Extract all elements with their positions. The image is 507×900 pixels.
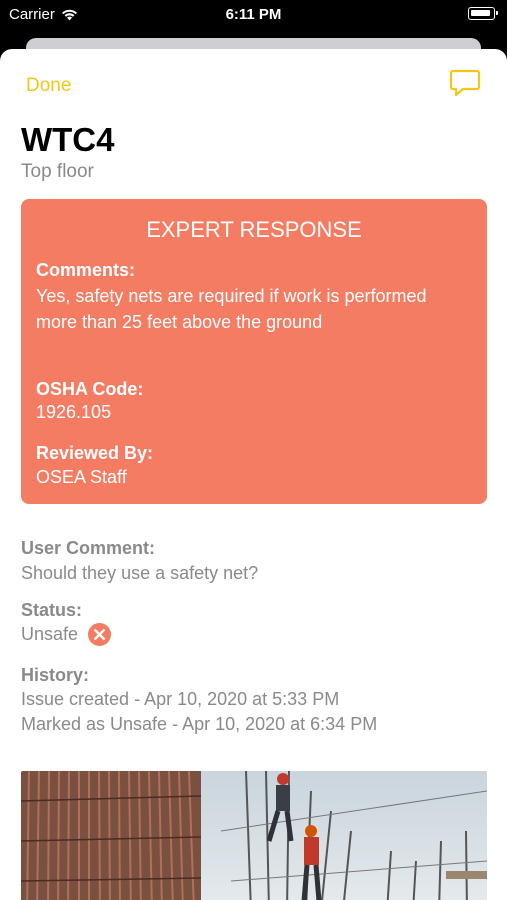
battery-icon bbox=[468, 7, 498, 20]
reviewed-by-value: OSEA Staff bbox=[36, 467, 127, 487]
history-item: Issue created - Apr 10, 2020 at 5:33 PM bbox=[21, 689, 340, 709]
comments-value: Yes, safety nets are required if work is… bbox=[36, 286, 427, 332]
history-label: History: bbox=[21, 665, 90, 685]
expert-response-card: EXPERT RESPONSE Comments: Yes, safety ne… bbox=[21, 199, 487, 504]
osha-code-value: 1926.105 bbox=[36, 402, 112, 422]
user-comment-value: Should they use a safety net? bbox=[21, 563, 259, 583]
done-button[interactable]: Done bbox=[26, 75, 71, 97]
chat-bubble-icon[interactable] bbox=[449, 68, 481, 98]
issue-photo[interactable] bbox=[21, 771, 487, 900]
issue-detail-sheet: Done WTC4 Top floor EXPERT RESPONSE Comm… bbox=[0, 49, 507, 900]
expert-response-heading: EXPERT RESPONSE bbox=[146, 217, 362, 242]
status-bar: Carrier 6:11 PM bbox=[0, 0, 507, 30]
history-item: Marked as Unsafe - Apr 10, 2020 at 6:34 … bbox=[21, 714, 378, 734]
clock: 6:11 PM bbox=[225, 6, 282, 23]
construction-site-image bbox=[21, 771, 487, 900]
osha-code-label: OSHA Code: bbox=[36, 379, 144, 399]
reviewed-by-label: Reviewed By: bbox=[36, 443, 154, 463]
x-circle-icon bbox=[88, 623, 112, 646]
page-title: WTC4 bbox=[21, 121, 115, 158]
comments-label: Comments: bbox=[36, 260, 136, 280]
status-label: Status: bbox=[21, 600, 83, 620]
status-value-row: Unsafe bbox=[21, 622, 112, 647]
page-subtitle: Top floor bbox=[21, 161, 94, 182]
user-comment-label: User Comment: bbox=[21, 538, 156, 558]
status-value: Unsafe bbox=[21, 624, 79, 644]
